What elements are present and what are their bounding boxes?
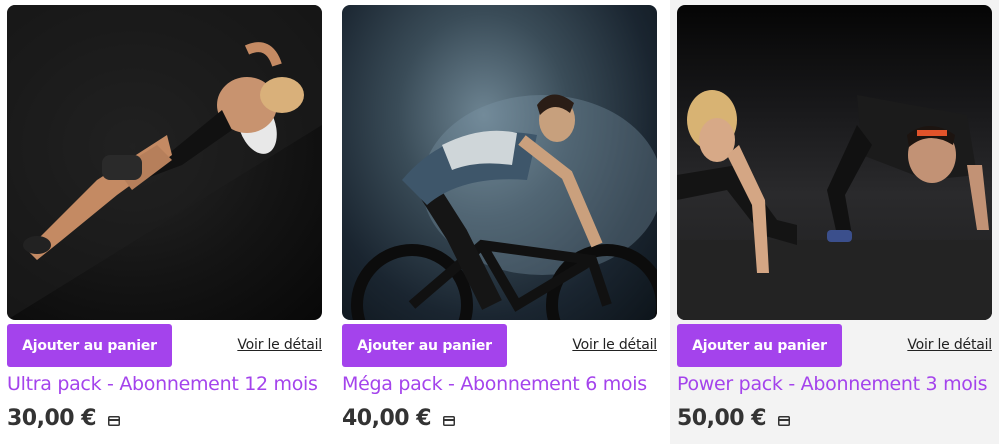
- credit-card-icon: [778, 415, 791, 426]
- add-to-cart-button[interactable]: Ajouter au panier: [7, 324, 172, 367]
- product-price: 30,00 €: [7, 406, 97, 431]
- view-detail-link[interactable]: Voir le détail: [572, 337, 657, 353]
- product-grid: Ajouter au panier Voir le détail Ultra p…: [0, 0, 999, 444]
- add-to-cart-button[interactable]: Ajouter au panier: [677, 324, 842, 367]
- cyclist-illustration: [351, 94, 657, 320]
- view-detail-link[interactable]: Voir le détail: [237, 337, 322, 353]
- product-image[interactable]: [7, 5, 322, 320]
- product-title[interactable]: Ultra pack - Abonnement 12 mois: [7, 373, 318, 395]
- price-row: 30,00 €: [7, 406, 121, 431]
- price-row: 50,00 €: [677, 406, 791, 431]
- credit-card-icon: [108, 415, 121, 426]
- woman-lying-illustration: [7, 5, 322, 320]
- product-image[interactable]: [677, 5, 992, 320]
- product-image[interactable]: [342, 5, 657, 320]
- product-card: Ajouter au panier Voir le détail Power p…: [670, 0, 999, 444]
- product-title[interactable]: Méga pack - Abonnement 6 mois: [342, 373, 647, 395]
- credit-card-icon: [443, 415, 456, 426]
- product-title[interactable]: Power pack - Abonnement 3 mois: [677, 373, 988, 395]
- product-card: Ajouter au panier Voir le détail Ultra p…: [0, 0, 335, 444]
- add-to-cart-button[interactable]: Ajouter au panier: [342, 324, 507, 367]
- price-row: 40,00 €: [342, 406, 456, 431]
- product-price: 50,00 €: [677, 406, 767, 431]
- product-card: Ajouter au panier Voir le détail Méga pa…: [335, 0, 670, 444]
- view-detail-link[interactable]: Voir le détail: [907, 337, 992, 353]
- product-price: 40,00 €: [342, 406, 432, 431]
- pushup-illustration: [677, 90, 992, 320]
